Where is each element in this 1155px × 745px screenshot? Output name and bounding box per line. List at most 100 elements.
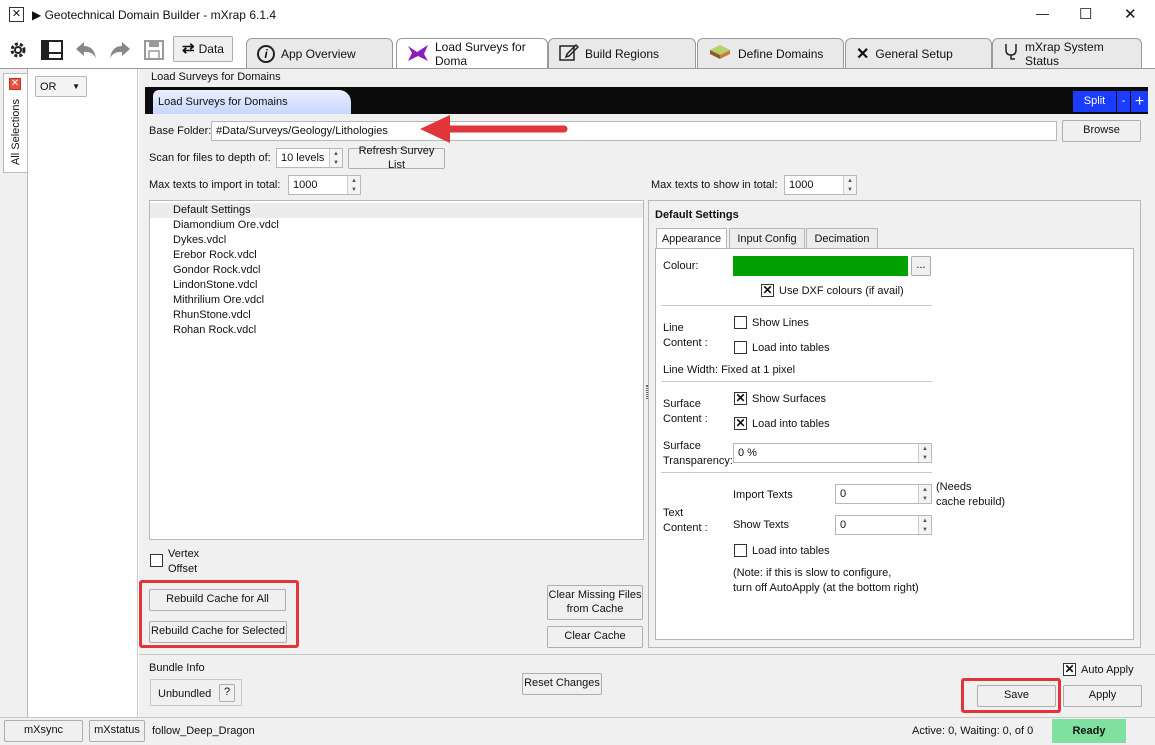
mxstatus-button[interactable]: mXstatus bbox=[89, 720, 145, 742]
apply-label: Apply bbox=[1088, 689, 1117, 702]
breadcrumb: Load Surveys for Domains bbox=[151, 71, 281, 83]
list-item[interactable]: RhunStone.vdcl bbox=[150, 308, 643, 323]
show-lines-label: Show Lines bbox=[752, 317, 809, 329]
load-lines-tables-checkbox[interactable] bbox=[734, 341, 747, 354]
rebuild-cache-selected-button[interactable]: Rebuild Cache for Selected bbox=[149, 621, 287, 643]
stethoscope-icon bbox=[1003, 43, 1019, 64]
max-import-stepper[interactable]: ▲ ▼ bbox=[347, 176, 360, 194]
split-label: Split bbox=[1083, 94, 1106, 107]
show-lines-checkbox[interactable] bbox=[734, 316, 747, 329]
clear-cache-button[interactable]: Clear Cache bbox=[547, 626, 643, 648]
close-button[interactable]: ✕ bbox=[1124, 5, 1137, 23]
surface-transparency-label-1: Surface bbox=[663, 440, 701, 452]
import-texts-spinbox[interactable]: 0 ▲ ▼ bbox=[835, 484, 932, 504]
clear-missing-files-button[interactable]: Clear Missing Files from Cache bbox=[547, 585, 643, 620]
show-texts-stepper[interactable]: ▲ ▼ bbox=[918, 516, 931, 534]
bundle-info-box: Unbundled ? bbox=[150, 679, 242, 706]
surface-transparency-value: 0 % bbox=[738, 447, 757, 459]
minimize-button[interactable]: — bbox=[1036, 6, 1049, 21]
max-show-stepper[interactable]: ▲ ▼ bbox=[843, 176, 856, 194]
tab-input-config[interactable]: Input Config bbox=[729, 228, 805, 248]
surface-transparency-spinbox[interactable]: 0 % ▲ ▼ bbox=[733, 443, 932, 463]
reset-changes-button[interactable]: Reset Changes bbox=[522, 673, 602, 695]
import-texts-value: 0 bbox=[840, 488, 847, 500]
tab-build-regions[interactable]: Build Regions bbox=[548, 38, 696, 68]
annotation-arrow bbox=[420, 115, 568, 143]
add-panel-button[interactable]: + bbox=[1131, 91, 1148, 112]
tab-decimation[interactable]: Decimation bbox=[806, 228, 878, 248]
logic-combo[interactable]: OR ▼ bbox=[35, 76, 87, 97]
tab-appearance[interactable]: Appearance bbox=[656, 228, 727, 249]
selections-tab[interactable]: ✕ All Selections bbox=[3, 73, 27, 173]
close-selections-icon[interactable]: ✕ bbox=[9, 78, 21, 90]
refresh-survey-button[interactable]: Refresh Survey List bbox=[348, 145, 445, 171]
colour-picker-button[interactable]: ... bbox=[911, 256, 931, 276]
tab-label: Define Domains bbox=[738, 46, 824, 61]
tab-load-surveys[interactable]: Load Surveys for Doma bbox=[396, 38, 548, 69]
help-label: ? bbox=[223, 686, 231, 699]
auto-apply-label: Auto Apply bbox=[1081, 664, 1134, 676]
list-item[interactable]: Gondor Rock.vdcl bbox=[150, 263, 643, 278]
auto-apply-checkbox[interactable]: ✕ bbox=[1063, 663, 1076, 676]
list-item[interactable]: LindonStone.vdcl bbox=[150, 278, 643, 293]
vertex-offset-checkbox[interactable] bbox=[150, 554, 163, 567]
selections-panel bbox=[28, 69, 138, 717]
tab-label: App Overview bbox=[281, 46, 356, 61]
surface-transparency-stepper[interactable]: ▲ ▼ bbox=[918, 444, 931, 462]
subtab-label: Decimation bbox=[814, 232, 870, 245]
mxsync-label: mXsync bbox=[23, 724, 64, 737]
maximize-button[interactable]: ☐ bbox=[1079, 5, 1092, 23]
split-button[interactable]: Split bbox=[1073, 91, 1116, 112]
tab-system-status[interactable]: mXrap System Status bbox=[992, 38, 1142, 68]
window-title: ▶ Geotechnical Domain Builder - mXrap 6.… bbox=[32, 8, 277, 22]
user-name: follow_Deep_Dragon bbox=[152, 725, 255, 737]
collapse-panel-button[interactable]: - bbox=[1117, 91, 1130, 112]
scan-depth-stepper[interactable]: ▲ ▼ bbox=[329, 149, 342, 167]
tab-define-domains[interactable]: Define Domains bbox=[697, 38, 844, 68]
base-folder-input[interactable]: #Data/Surveys/Geology/Lithologies bbox=[211, 121, 1057, 141]
max-show-spinbox[interactable]: 1000 ▲ ▼ bbox=[784, 175, 857, 195]
line-width-label: Line Width: Fixed at 1 pixel bbox=[663, 364, 796, 376]
max-import-label: Max texts to import in total: bbox=[149, 179, 281, 191]
mxstatus-label: mXstatus bbox=[94, 724, 140, 737]
mxsync-button[interactable]: mXsync bbox=[4, 720, 83, 742]
use-dxf-checkbox[interactable]: ✕ bbox=[761, 284, 774, 297]
scan-depth-spinbox[interactable]: 10 levels ▲ ▼ bbox=[276, 148, 343, 168]
info-icon: i bbox=[257, 44, 275, 63]
vertex-label-2: Offset bbox=[168, 563, 198, 575]
show-surfaces-checkbox[interactable]: ✕ bbox=[734, 392, 747, 405]
data-button[interactable]: ⇄ Data bbox=[173, 36, 233, 62]
settings-gear-icon[interactable] bbox=[4, 36, 32, 64]
note-label-1: (Note: if this is slow to configure, bbox=[733, 567, 892, 579]
settings-title: Default Settings bbox=[655, 209, 739, 221]
save-disk-icon[interactable] bbox=[140, 36, 168, 64]
save-button[interactable]: Save bbox=[977, 685, 1056, 707]
colour-swatch[interactable] bbox=[733, 256, 908, 276]
apply-button[interactable]: Apply bbox=[1063, 685, 1142, 707]
undo-icon[interactable] bbox=[72, 36, 100, 64]
import-texts-stepper[interactable]: ▲ ▼ bbox=[918, 485, 931, 503]
panel-tab[interactable]: Load Surveys for Domains bbox=[153, 90, 351, 114]
list-item[interactable]: Erebor Rock.vdcl bbox=[150, 248, 643, 263]
load-texts-tables-checkbox[interactable] bbox=[734, 544, 747, 557]
bundle-help-button[interactable]: ? bbox=[219, 684, 235, 702]
layout-panel-icon[interactable] bbox=[38, 36, 66, 64]
rebuild-cache-all-button[interactable]: Rebuild Cache for All bbox=[149, 589, 286, 611]
max-import-spinbox[interactable]: 1000 ▲ ▼ bbox=[288, 175, 361, 195]
list-item[interactable]: Rohan Rock.vdcl bbox=[150, 323, 643, 338]
reset-changes-label: Reset Changes bbox=[524, 677, 600, 690]
list-item[interactable]: Default Settings bbox=[150, 203, 643, 218]
list-item[interactable]: Diamondium Ore.vdcl bbox=[150, 218, 643, 233]
survey-file-list[interactable]: Default Settings Diamondium Ore.vdcl Dyk… bbox=[149, 200, 644, 540]
list-item[interactable]: Mithrilium Ore.vdcl bbox=[150, 293, 643, 308]
redo-icon[interactable] bbox=[106, 36, 134, 64]
load-surfaces-tables-checkbox[interactable]: ✕ bbox=[734, 417, 747, 430]
show-texts-spinbox[interactable]: 0 ▲ ▼ bbox=[835, 515, 932, 535]
rebuild-selected-label: Rebuild Cache for Selected bbox=[151, 625, 285, 638]
domain-blocks-icon bbox=[708, 44, 732, 63]
browse-button[interactable]: Browse bbox=[1062, 120, 1141, 142]
list-item[interactable]: Dykes.vdcl bbox=[150, 233, 643, 248]
tab-app-overview[interactable]: i App Overview bbox=[246, 38, 393, 68]
tab-general-setup[interactable]: ✕ General Setup bbox=[845, 38, 992, 68]
line-content-label-2: Content : bbox=[663, 337, 708, 349]
